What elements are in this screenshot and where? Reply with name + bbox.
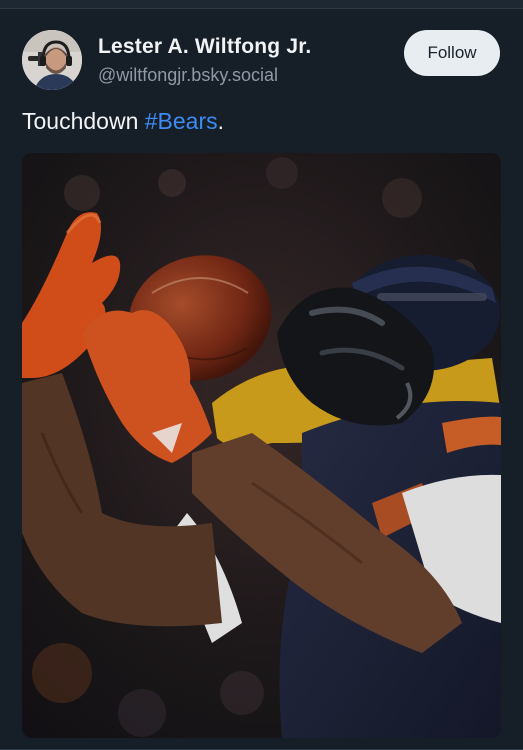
post-text-suffix: . [217, 108, 225, 134]
follow-button[interactable]: Follow [404, 30, 500, 76]
avatar-image [22, 30, 82, 90]
hashtag-link[interactable]: #Bears [145, 108, 218, 134]
post-card[interactable]: Lester A. Wiltfong Jr. @wiltfongjr.bsky.… [0, 9, 523, 750]
author-display-name[interactable]: Lester A. Wiltfong Jr. [98, 35, 311, 59]
top-divider [0, 0, 523, 9]
post-image[interactable] [22, 153, 501, 738]
post-text-body: Touchdown [22, 108, 145, 134]
football-catch-photo [22, 153, 501, 738]
post-text: Touchdown #Bears. [22, 108, 224, 135]
avatar[interactable] [22, 30, 82, 90]
author-handle[interactable]: @wiltfongjr.bsky.social [98, 65, 278, 86]
